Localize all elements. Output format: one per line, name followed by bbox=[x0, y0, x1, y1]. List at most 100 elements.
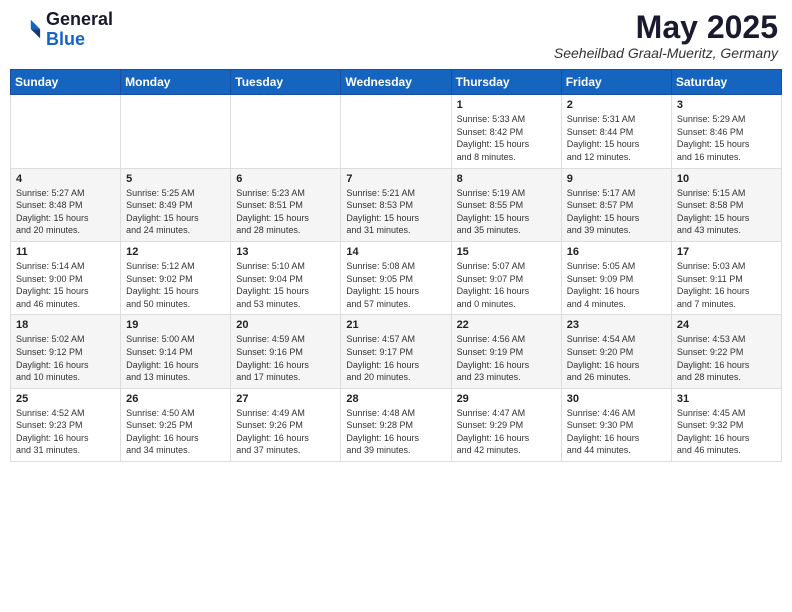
day-number: 16 bbox=[567, 246, 666, 258]
day-number: 19 bbox=[126, 319, 225, 331]
month-title: May 2025 bbox=[554, 10, 778, 45]
day-number: 13 bbox=[236, 246, 335, 258]
calendar-cell: 20Sunrise: 4:59 AM Sunset: 9:16 PM Dayli… bbox=[231, 315, 341, 388]
calendar-cell: 4Sunrise: 5:27 AM Sunset: 8:48 PM Daylig… bbox=[11, 168, 121, 241]
day-info: Sunrise: 5:19 AM Sunset: 8:55 PM Dayligh… bbox=[457, 187, 556, 237]
day-info: Sunrise: 4:50 AM Sunset: 9:25 PM Dayligh… bbox=[126, 407, 225, 457]
calendar-cell: 14 Sunrise: 5:08 AM Sunset: 9:05 PM Dayli… bbox=[341, 241, 451, 314]
day-number: 21 bbox=[346, 319, 445, 331]
day-number: 2 bbox=[567, 99, 666, 111]
calendar-week-1: 1Sunrise: 5:33 AM Sunset: 8:42 PM Daylig… bbox=[11, 95, 782, 168]
day-number: 24 bbox=[677, 319, 776, 331]
day-info: Sunrise: 5:33 AM Sunset: 8:42 PM Dayligh… bbox=[457, 113, 556, 163]
day-number: 22 bbox=[457, 319, 556, 331]
day-info: Sunrise: 4:46 AM Sunset: 9:30 PM Dayligh… bbox=[567, 407, 666, 457]
calendar-cell: 27 Sunrise: 4:49 AM Sunset: 9:26 PM Dayli… bbox=[231, 388, 341, 461]
title-block: May 2025 Seeheilbad Graal-Mueritz, Germa… bbox=[554, 10, 778, 61]
calendar-cell: 8 Sunrise: 5:19 AM Sunset: 8:55 PM Daylig… bbox=[451, 168, 561, 241]
day-info: Sunrise: 5:23 AM Sunset: 8:51 PM Dayligh… bbox=[236, 187, 335, 237]
weekday-header-wednesday: Wednesday bbox=[341, 70, 451, 95]
logo-icon bbox=[14, 16, 42, 44]
day-number: 27 bbox=[236, 393, 335, 405]
calendar-cell: 6 Sunrise: 5:23 AM Sunset: 8:51 PM Daylig… bbox=[231, 168, 341, 241]
calendar-cell: 9Sunrise: 5:17 AM Sunset: 8:57 PM Daylig… bbox=[561, 168, 671, 241]
calendar-week-5: 25 Sunrise: 4:52 AM Sunset: 9:23 PM Dayli… bbox=[11, 388, 782, 461]
day-number: 8 bbox=[457, 173, 556, 185]
day-info: Sunrise: 5:10 AM Sunset: 9:04 PM Dayligh… bbox=[236, 260, 335, 310]
day-info: Sunrise: 4:52 AM Sunset: 9:23 PM Dayligh… bbox=[16, 407, 115, 457]
weekday-header-saturday: Saturday bbox=[671, 70, 781, 95]
calendar-cell: 29 Sunrise: 4:47 AM Sunset: 9:29 PM Dayli… bbox=[451, 388, 561, 461]
logo-blue-text: Blue bbox=[46, 29, 85, 49]
calendar-cell: 18 Sunrise: 5:02 AM Sunset: 9:12 PM Dayli… bbox=[11, 315, 121, 388]
weekday-header-monday: Monday bbox=[121, 70, 231, 95]
calendar-week-2: 4Sunrise: 5:27 AM Sunset: 8:48 PM Daylig… bbox=[11, 168, 782, 241]
day-number: 11 bbox=[16, 246, 115, 258]
calendar-cell: 13 Sunrise: 5:10 AM Sunset: 9:04 PM Dayli… bbox=[231, 241, 341, 314]
day-number: 3 bbox=[677, 99, 776, 111]
day-info: Sunrise: 5:12 AM Sunset: 9:02 PM Dayligh… bbox=[126, 260, 225, 310]
calendar-cell: 28Sunrise: 4:48 AM Sunset: 9:28 PM Dayli… bbox=[341, 388, 451, 461]
day-info: Sunrise: 5:25 AM Sunset: 8:49 PM Dayligh… bbox=[126, 187, 225, 237]
day-number: 29 bbox=[457, 393, 556, 405]
calendar-cell: 23 Sunrise: 4:54 AM Sunset: 9:20 PM Dayli… bbox=[561, 315, 671, 388]
day-number: 30 bbox=[567, 393, 666, 405]
day-info: Sunrise: 4:54 AM Sunset: 9:20 PM Dayligh… bbox=[567, 333, 666, 383]
calendar-cell: 25 Sunrise: 4:52 AM Sunset: 9:23 PM Dayli… bbox=[11, 388, 121, 461]
day-number: 20 bbox=[236, 319, 335, 331]
calendar-cell: 1Sunrise: 5:33 AM Sunset: 8:42 PM Daylig… bbox=[451, 95, 561, 168]
calendar-cell: 3 Sunrise: 5:29 AM Sunset: 8:46 PM Daylig… bbox=[671, 95, 781, 168]
calendar-cell: 21 Sunrise: 4:57 AM Sunset: 9:17 PM Dayli… bbox=[341, 315, 451, 388]
calendar-cell: 19 Sunrise: 5:00 AM Sunset: 9:14 PM Dayli… bbox=[121, 315, 231, 388]
calendar-cell: 2 Sunrise: 5:31 AM Sunset: 8:44 PM Daylig… bbox=[561, 95, 671, 168]
day-number: 17 bbox=[677, 246, 776, 258]
day-number: 26 bbox=[126, 393, 225, 405]
day-info: Sunrise: 5:29 AM Sunset: 8:46 PM Dayligh… bbox=[677, 113, 776, 163]
day-info: Sunrise: 5:31 AM Sunset: 8:44 PM Dayligh… bbox=[567, 113, 666, 163]
logo-general-text: General bbox=[46, 9, 113, 29]
day-info: Sunrise: 4:49 AM Sunset: 9:26 PM Dayligh… bbox=[236, 407, 335, 457]
logo: General Blue bbox=[14, 10, 113, 50]
day-info: Sunrise: 5:07 AM Sunset: 9:07 PM Dayligh… bbox=[457, 260, 556, 310]
day-info: Sunrise: 4:53 AM Sunset: 9:22 PM Dayligh… bbox=[677, 333, 776, 383]
day-info: Sunrise: 4:47 AM Sunset: 9:29 PM Dayligh… bbox=[457, 407, 556, 457]
calendar-cell bbox=[341, 95, 451, 168]
day-number: 23 bbox=[567, 319, 666, 331]
calendar-cell: 12Sunrise: 5:12 AM Sunset: 9:02 PM Dayli… bbox=[121, 241, 231, 314]
calendar-cell: 17 Sunrise: 5:03 AM Sunset: 9:11 PM Dayli… bbox=[671, 241, 781, 314]
calendar-header-row: SundayMondayTuesdayWednesdayThursdayFrid… bbox=[11, 70, 782, 95]
calendar-cell: 31Sunrise: 4:45 AM Sunset: 9:32 PM Dayli… bbox=[671, 388, 781, 461]
day-info: Sunrise: 4:57 AM Sunset: 9:17 PM Dayligh… bbox=[346, 333, 445, 383]
calendar-cell bbox=[11, 95, 121, 168]
day-info: Sunrise: 5:02 AM Sunset: 9:12 PM Dayligh… bbox=[16, 333, 115, 383]
day-number: 28 bbox=[346, 393, 445, 405]
calendar-cell: 26 Sunrise: 4:50 AM Sunset: 9:25 PM Dayli… bbox=[121, 388, 231, 461]
calendar-cell bbox=[121, 95, 231, 168]
day-number: 25 bbox=[16, 393, 115, 405]
day-number: 6 bbox=[236, 173, 335, 185]
calendar-week-4: 18 Sunrise: 5:02 AM Sunset: 9:12 PM Dayli… bbox=[11, 315, 782, 388]
day-number: 14 bbox=[346, 246, 445, 258]
day-info: Sunrise: 5:15 AM Sunset: 8:58 PM Dayligh… bbox=[677, 187, 776, 237]
day-number: 18 bbox=[16, 319, 115, 331]
day-number: 31 bbox=[677, 393, 776, 405]
day-info: Sunrise: 5:00 AM Sunset: 9:14 PM Dayligh… bbox=[126, 333, 225, 383]
calendar-cell: 30 Sunrise: 4:46 AM Sunset: 9:30 PM Dayli… bbox=[561, 388, 671, 461]
calendar-cell: 16Sunrise: 5:05 AM Sunset: 9:09 PM Dayli… bbox=[561, 241, 671, 314]
calendar-table: SundayMondayTuesdayWednesdayThursdayFrid… bbox=[10, 69, 782, 462]
calendar-cell: 22Sunrise: 4:56 AM Sunset: 9:19 PM Dayli… bbox=[451, 315, 561, 388]
page-header: General Blue May 2025 Seeheilbad Graal-M… bbox=[10, 10, 782, 61]
weekday-header-thursday: Thursday bbox=[451, 70, 561, 95]
day-info: Sunrise: 5:21 AM Sunset: 8:53 PM Dayligh… bbox=[346, 187, 445, 237]
day-info: Sunrise: 5:03 AM Sunset: 9:11 PM Dayligh… bbox=[677, 260, 776, 310]
day-number: 10 bbox=[677, 173, 776, 185]
calendar-cell: 7 Sunrise: 5:21 AM Sunset: 8:53 PM Daylig… bbox=[341, 168, 451, 241]
day-info: Sunrise: 5:14 AM Sunset: 9:00 PM Dayligh… bbox=[16, 260, 115, 310]
day-number: 7 bbox=[346, 173, 445, 185]
calendar-cell: 11 Sunrise: 5:14 AM Sunset: 9:00 PM Dayli… bbox=[11, 241, 121, 314]
calendar-cell: 15Sunrise: 5:07 AM Sunset: 9:07 PM Dayli… bbox=[451, 241, 561, 314]
weekday-header-sunday: Sunday bbox=[11, 70, 121, 95]
location-subtitle: Seeheilbad Graal-Mueritz, Germany bbox=[554, 45, 778, 61]
calendar-cell bbox=[231, 95, 341, 168]
day-info: Sunrise: 5:08 AM Sunset: 9:05 PM Dayligh… bbox=[346, 260, 445, 310]
